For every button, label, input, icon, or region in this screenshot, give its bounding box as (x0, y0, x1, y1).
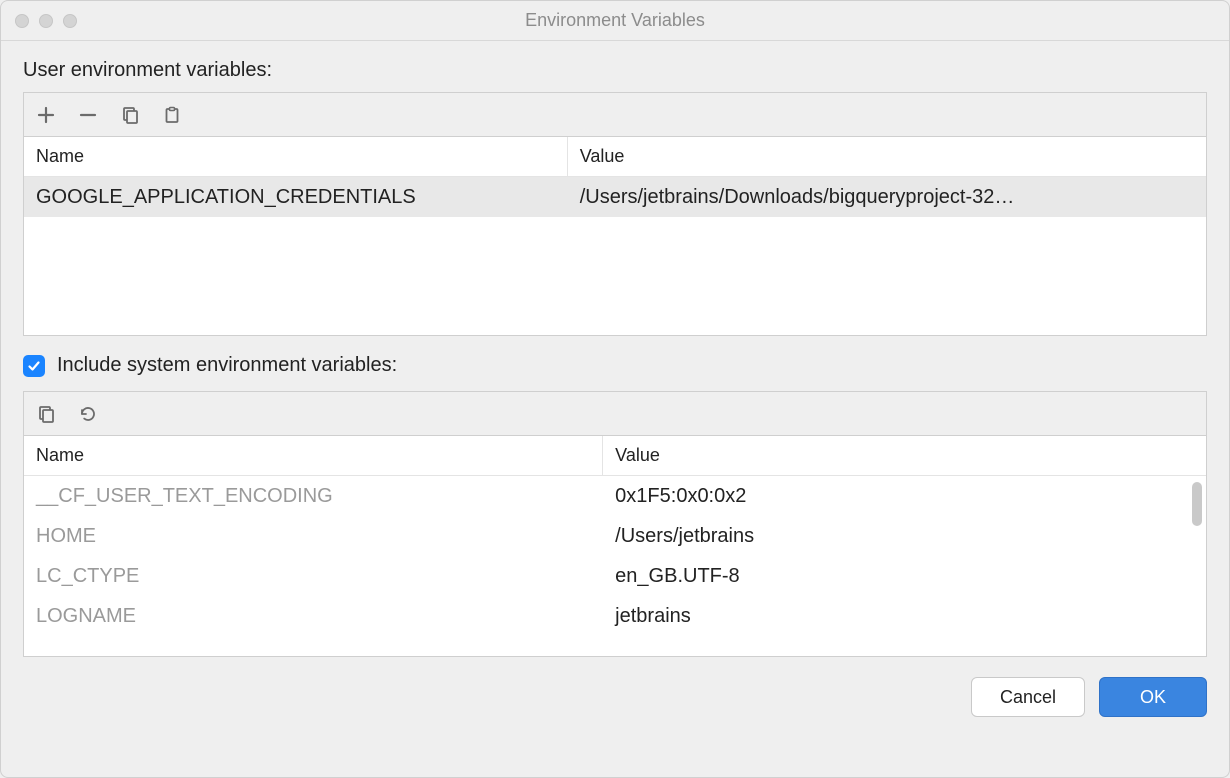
zoom-window-button[interactable] (63, 14, 77, 28)
dialog-footer: Cancel OK (23, 673, 1207, 721)
system-table-header: Name Value (24, 436, 1206, 476)
cell-value: jetbrains (603, 605, 1206, 628)
window-title: Environment Variables (15, 10, 1215, 31)
cell-value: 0x1F5:0x0:0x2 (603, 485, 1206, 508)
cancel-button[interactable]: Cancel (971, 677, 1085, 717)
user-vars-toolbar (24, 93, 1206, 137)
system-col-name[interactable]: Name (24, 436, 603, 475)
include-system-checkbox[interactable] (23, 355, 45, 377)
titlebar: Environment Variables (1, 1, 1229, 41)
user-col-value[interactable]: Value (568, 137, 1206, 176)
user-table-body: GOOGLE_APPLICATION_CREDENTIALS /Users/je… (24, 177, 1206, 335)
table-row[interactable]: GOOGLE_APPLICATION_CREDENTIALS /Users/je… (24, 177, 1206, 217)
add-button[interactable] (34, 103, 58, 127)
cell-name: __CF_USER_TEXT_ENCODING (24, 485, 603, 508)
cell-name: GOOGLE_APPLICATION_CREDENTIALS (24, 186, 568, 209)
copy-button[interactable] (34, 402, 58, 426)
revert-button[interactable] (76, 402, 100, 426)
cell-value: en_GB.UTF-8 (603, 565, 1206, 588)
system-col-value[interactable]: Value (603, 436, 1206, 475)
cell-value: /Users/jetbrains (603, 525, 1206, 548)
system-vars-toolbar (24, 392, 1206, 436)
ok-button[interactable]: OK (1099, 677, 1207, 717)
table-row[interactable]: LC_CTYPE en_GB.UTF-8 (24, 556, 1206, 596)
table-row[interactable]: LOGNAME jetbrains (24, 596, 1206, 636)
include-system-label: Include system environment variables: (57, 354, 397, 377)
cell-name: LOGNAME (24, 605, 603, 628)
copy-button[interactable] (118, 103, 142, 127)
table-row[interactable]: HOME /Users/jetbrains (24, 516, 1206, 556)
dialog-content: User environment variables: Name Value (1, 41, 1229, 777)
close-window-button[interactable] (15, 14, 29, 28)
system-table-body: __CF_USER_TEXT_ENCODING 0x1F5:0x0:0x2 HO… (24, 476, 1206, 656)
window-controls (15, 14, 77, 28)
table-row[interactable]: __CF_USER_TEXT_ENCODING 0x1F5:0x0:0x2 (24, 476, 1206, 516)
user-vars-label: User environment variables: (23, 59, 1207, 82)
system-vars-panel: Name Value __CF_USER_TEXT_ENCODING 0x1F5… (23, 391, 1207, 657)
paste-button[interactable] (160, 103, 184, 127)
cell-value: /Users/jetbrains/Downloads/bigqueryproje… (568, 186, 1206, 209)
user-vars-panel: Name Value GOOGLE_APPLICATION_CREDENTIAL… (23, 92, 1207, 336)
include-system-row: Include system environment variables: (23, 354, 1207, 377)
minimize-window-button[interactable] (39, 14, 53, 28)
dialog-window: Environment Variables User environment v… (0, 0, 1230, 778)
cell-name: HOME (24, 525, 603, 548)
user-table-header: Name Value (24, 137, 1206, 177)
user-col-name[interactable]: Name (24, 137, 568, 176)
cell-name: LC_CTYPE (24, 565, 603, 588)
remove-button[interactable] (76, 103, 100, 127)
scrollbar-thumb[interactable] (1192, 482, 1202, 526)
